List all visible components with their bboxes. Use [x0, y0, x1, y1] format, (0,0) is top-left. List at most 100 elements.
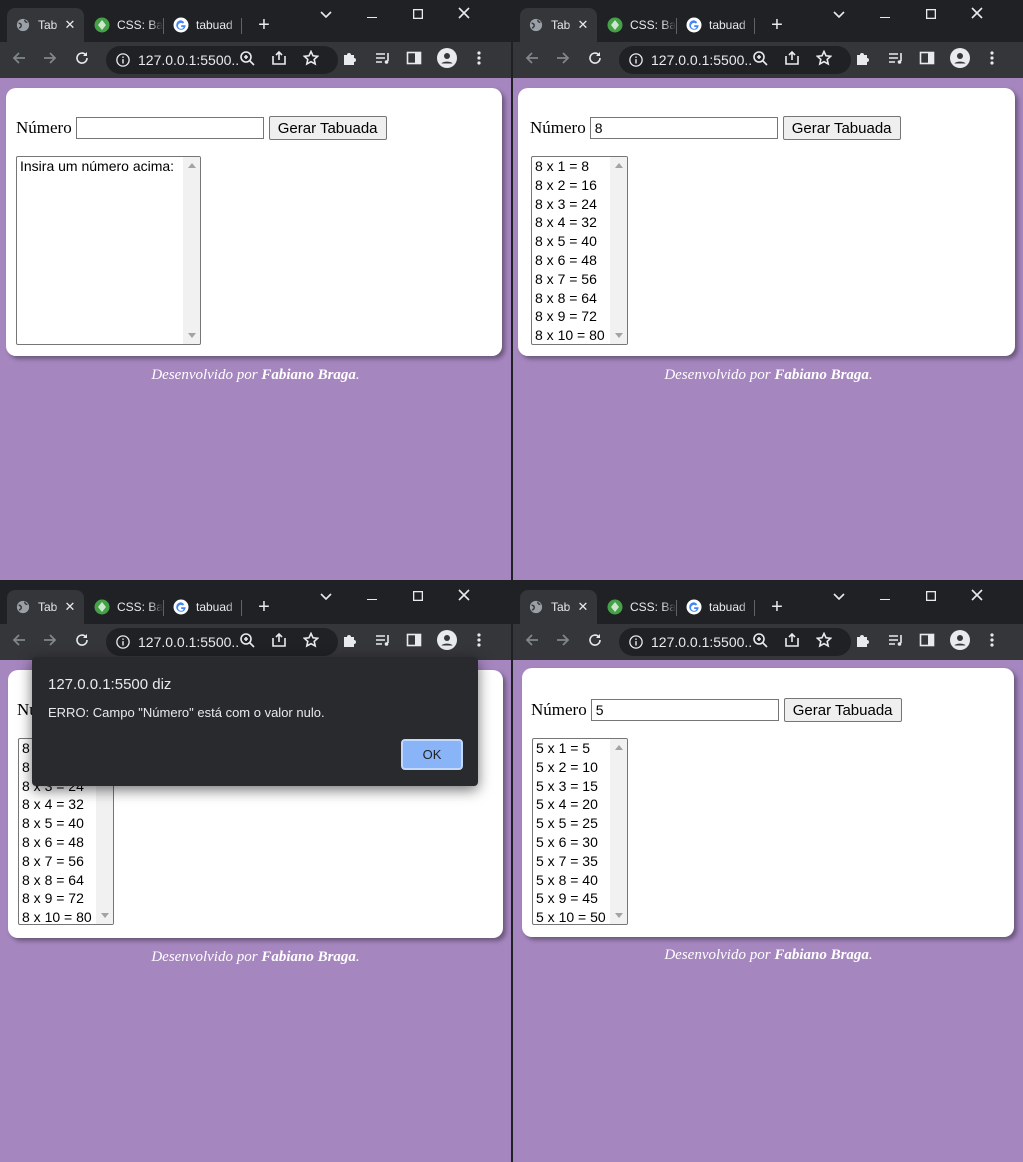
window-close-icon[interactable] [458, 6, 470, 24]
profile-avatar-button[interactable] [437, 629, 457, 655]
list-option[interactable]: 5 x 4 = 20 [536, 795, 607, 814]
back-arrow-button[interactable] [7, 630, 31, 654]
zoom-button[interactable] [237, 632, 257, 652]
profile-avatar-icon[interactable] [950, 629, 970, 655]
media-control-icon[interactable] [375, 50, 391, 71]
list-option[interactable]: 8 x 8 = 64 [535, 289, 607, 308]
forward-arrow-button[interactable] [38, 48, 62, 72]
media-control-icon[interactable] [888, 50, 904, 71]
list-option[interactable]: 8 x 4 = 32 [535, 213, 607, 232]
maximize-icon[interactable] [925, 588, 937, 606]
bookmark-star-icon[interactable] [815, 49, 833, 71]
scroll-down-arrow-icon[interactable] [615, 333, 623, 338]
list-option[interactable]: 8 x 5 = 40 [22, 814, 93, 833]
bookmark-star-icon[interactable] [302, 49, 320, 71]
list-option[interactable]: 8 x 3 = 24 [535, 195, 607, 214]
list-option[interactable]: 5 x 9 = 45 [536, 889, 607, 908]
forward-arrow-icon[interactable] [555, 632, 571, 653]
bookmark-star-icon[interactable] [302, 631, 320, 653]
tab-search-icon[interactable] [320, 6, 332, 24]
list-scrollbar[interactable] [610, 157, 627, 344]
tab-search-button[interactable] [816, 0, 862, 30]
browser-tab[interactable]: Tab ✕ [7, 8, 84, 42]
list-option[interactable]: 8 x 8 = 64 [22, 871, 93, 890]
menu-kebab-icon[interactable] [477, 632, 481, 653]
browser-tab[interactable]: CSS: Ba [599, 8, 676, 42]
scroll-down-arrow-icon[interactable] [188, 333, 196, 338]
minimize-icon[interactable] [880, 6, 890, 24]
multiplication-table-list[interactable]: 8 x 1 = 88 x 2 = 168 x 3 = 248 x 4 = 328… [531, 156, 628, 345]
reload-button[interactable] [583, 630, 607, 654]
list-option[interactable]: 5 x 7 = 35 [536, 852, 607, 871]
extensions-button[interactable] [340, 50, 360, 70]
reload-button[interactable] [70, 630, 94, 654]
zoom-icon[interactable] [752, 50, 768, 71]
multiplication-table-list[interactable]: Insira um número acima: [16, 156, 201, 345]
new-tab-button[interactable]: + [766, 14, 788, 36]
list-option[interactable]: 8 x 9 = 72 [22, 889, 93, 908]
alert-ok-button[interactable]: OK [401, 739, 463, 770]
share-icon[interactable] [784, 632, 800, 653]
tab-close-icon[interactable]: ✕ [62, 17, 78, 33]
back-arrow-button[interactable] [520, 630, 544, 654]
window-close-button[interactable] [441, 0, 487, 30]
tab-search-icon[interactable] [320, 588, 332, 606]
bookmark-star-button[interactable] [301, 631, 321, 653]
share-icon[interactable] [784, 50, 800, 71]
generate-table-button[interactable]: Gerar Tabuada [782, 116, 901, 140]
reload-button[interactable] [583, 48, 607, 72]
window-close-button[interactable] [954, 582, 1000, 612]
menu-kebab-icon[interactable] [990, 50, 994, 71]
bookmark-star-icon[interactable] [815, 631, 833, 653]
minimize-icon[interactable] [367, 6, 377, 24]
list-scrollbar[interactable] [183, 157, 200, 344]
tab-close-icon[interactable]: ✕ [575, 599, 591, 615]
list-option[interactable]: 5 x 3 = 15 [536, 777, 607, 796]
forward-arrow-button[interactable] [551, 630, 575, 654]
menu-kebab-icon[interactable] [477, 50, 481, 71]
list-option[interactable]: 8 x 4 = 32 [22, 795, 93, 814]
browser-tab[interactable]: Tab ✕ [520, 8, 597, 42]
maximize-button[interactable] [908, 0, 954, 30]
list-option[interactable]: 8 x 9 = 72 [535, 307, 607, 326]
window-close-icon[interactable] [971, 588, 983, 606]
zoom-button[interactable] [237, 50, 257, 70]
tab-search-button[interactable] [816, 582, 862, 612]
minimize-button[interactable] [349, 582, 395, 612]
profile-avatar-icon[interactable] [437, 629, 457, 655]
bookmark-star-button[interactable] [301, 49, 321, 71]
media-control-icon[interactable] [888, 632, 904, 653]
plus-icon[interactable]: + [258, 14, 270, 37]
tab-search-button[interactable] [303, 582, 349, 612]
back-arrow-icon[interactable] [11, 632, 27, 653]
plus-icon[interactable]: + [258, 596, 270, 619]
profile-avatar-button[interactable] [950, 47, 970, 70]
share-button[interactable] [782, 50, 802, 70]
scroll-up-arrow-icon[interactable] [615, 163, 623, 168]
share-button[interactable] [269, 50, 289, 70]
side-panel-button[interactable] [917, 50, 937, 70]
share-icon[interactable] [271, 50, 287, 71]
browser-tab[interactable]: tabuad [678, 8, 753, 42]
list-scrollbar[interactable] [610, 739, 627, 924]
share-icon[interactable] [271, 632, 287, 653]
generate-table-button[interactable]: Gerar Tabuada [783, 698, 902, 722]
profile-avatar-icon[interactable] [437, 47, 457, 73]
bookmark-star-button[interactable] [814, 631, 834, 653]
minimize-button[interactable] [862, 0, 908, 30]
list-option[interactable]: 5 x 5 = 25 [536, 814, 607, 833]
menu-kebab-icon[interactable] [990, 632, 994, 653]
list-option[interactable]: Insira um número acima: [20, 157, 180, 176]
maximize-button[interactable] [395, 582, 441, 612]
scroll-down-arrow-icon[interactable] [615, 913, 623, 918]
site-info-icon[interactable] [116, 635, 130, 649]
generate-table-button[interactable]: Gerar Tabuada [268, 116, 387, 140]
side-panel-button[interactable] [917, 632, 937, 652]
browser-tab[interactable]: CSS: Ba [86, 8, 163, 42]
maximize-button[interactable] [908, 582, 954, 612]
browser-tab[interactable]: tabuad [165, 8, 240, 42]
maximize-icon[interactable] [412, 588, 424, 606]
list-option[interactable]: 8 x 10 = 80 [22, 908, 93, 924]
tab-search-icon[interactable] [833, 588, 845, 606]
window-close-icon[interactable] [971, 6, 983, 24]
